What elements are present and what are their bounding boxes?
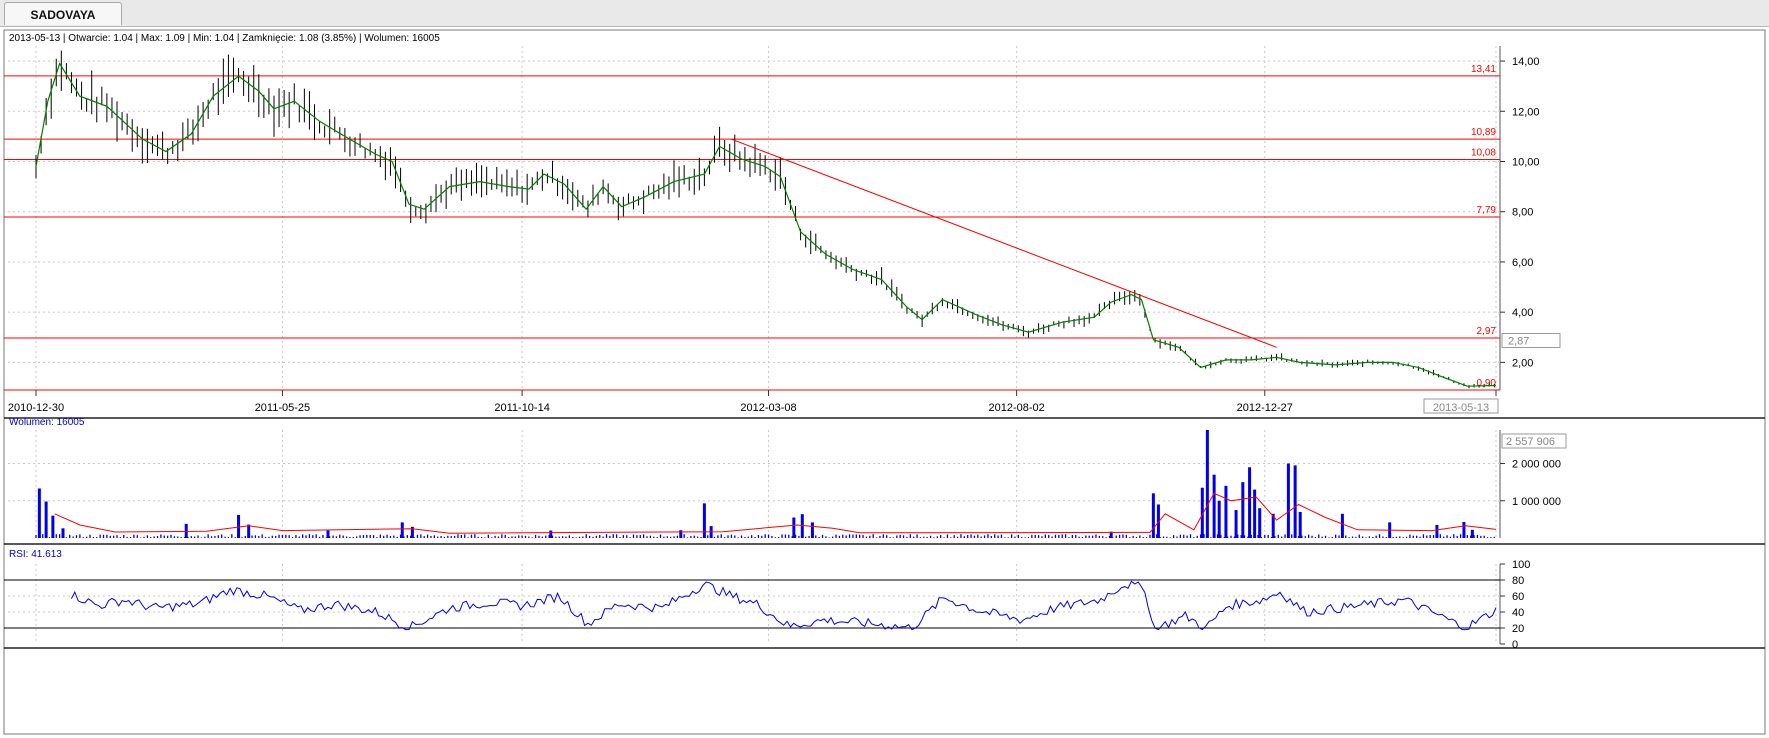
- volume-bar: [1217, 500, 1221, 538]
- price-y-tick-label: 12,00: [1512, 106, 1540, 118]
- volume-y-tick-label: 1 000 000: [1512, 496, 1561, 508]
- price-y-tick-label: 6,00: [1512, 257, 1533, 269]
- volume-bar: [1470, 529, 1474, 538]
- x-tick-label: 2012-03-08: [740, 402, 796, 414]
- volume-bar: [1234, 510, 1238, 538]
- volume-bar: [184, 523, 188, 538]
- volume-bar: [1205, 430, 1209, 538]
- rsi-y-tick-label: 80: [1512, 575, 1524, 587]
- x-tick-label: 2011-10-14: [494, 402, 549, 414]
- info-line: 2013-05-13 | Otwarcie: 1.04 | Max: 1.09 …: [9, 33, 440, 44]
- price-y-tick-label: 10,00: [1512, 157, 1540, 169]
- volume-bar: [1224, 485, 1228, 538]
- rsi-y-tick-label: 60: [1512, 591, 1524, 603]
- volume-bar: [400, 522, 404, 538]
- volume-bar: [37, 488, 41, 538]
- price-y-tick-label: 14,00: [1512, 56, 1540, 68]
- volume-bar: [679, 530, 683, 538]
- level-label: 2,97: [1477, 326, 1497, 337]
- volume-bar: [1212, 474, 1216, 538]
- stock-chart[interactable]: 2010-12-30 2011-05-25 2011-10-14 2012-03-08…: [0, 26, 1769, 738]
- price-y-tick-label: 4,00: [1512, 307, 1533, 319]
- rsi-y-tick-label: 40: [1512, 607, 1524, 619]
- x-tick-label: 2012-08-02: [989, 402, 1045, 414]
- tab-sadovaya[interactable]: SADOVAYA: [4, 2, 122, 25]
- volume-bar: [800, 514, 804, 538]
- volume-bar: [1340, 513, 1344, 538]
- volume-bar: [1286, 463, 1290, 538]
- price-y-tick-label: 2,00: [1512, 357, 1533, 369]
- level-label: 10,08: [1471, 147, 1496, 158]
- rsi-label: RSI: 41.613: [9, 549, 62, 560]
- volume-bar: [549, 530, 553, 538]
- volume-label: Wolumen: 16005: [9, 417, 85, 428]
- volume-bar: [1241, 482, 1245, 538]
- volume-bar: [702, 503, 706, 538]
- volume-bar: [1258, 508, 1262, 538]
- volume-bar: [810, 522, 814, 538]
- rsi-y-tick-label: 20: [1512, 623, 1524, 635]
- volume-bar: [1298, 511, 1302, 538]
- level-label: 10,89: [1471, 127, 1496, 138]
- volume-bar: [1151, 493, 1155, 538]
- volume-y-tick-label: 2 000 000: [1512, 459, 1561, 471]
- x-tick-label: 2011-05-25: [255, 402, 310, 414]
- volume-bar: [44, 501, 48, 538]
- volume-bar: [1435, 524, 1439, 538]
- volume-bar: [326, 530, 330, 538]
- rsi-y-tick-label: 0: [1512, 639, 1518, 651]
- rsi-y-tick-label: 100: [1512, 559, 1530, 571]
- volume-bar: [1462, 521, 1466, 538]
- last-price-label: 2,87: [1508, 336, 1529, 348]
- volume-bar: [1293, 465, 1297, 538]
- tab-bar: SADOVAYA: [0, 0, 1769, 27]
- volume-bar: [51, 515, 55, 538]
- volume-bar: [61, 528, 65, 538]
- x-tick-label: 2013-05-13: [1433, 402, 1489, 414]
- volume-bar: [1248, 467, 1252, 538]
- level-label: 13,41: [1471, 64, 1496, 75]
- x-tick-label: 2012-12-27: [1237, 402, 1293, 414]
- x-tick-label: 2010-12-30: [8, 402, 64, 414]
- last-volume-label: 2 557 906: [1506, 436, 1555, 448]
- volume-bar: [792, 517, 796, 538]
- price-y-tick-label: 8,00: [1512, 207, 1533, 219]
- level-label: 7,79: [1477, 205, 1497, 216]
- volume-bar: [247, 524, 251, 538]
